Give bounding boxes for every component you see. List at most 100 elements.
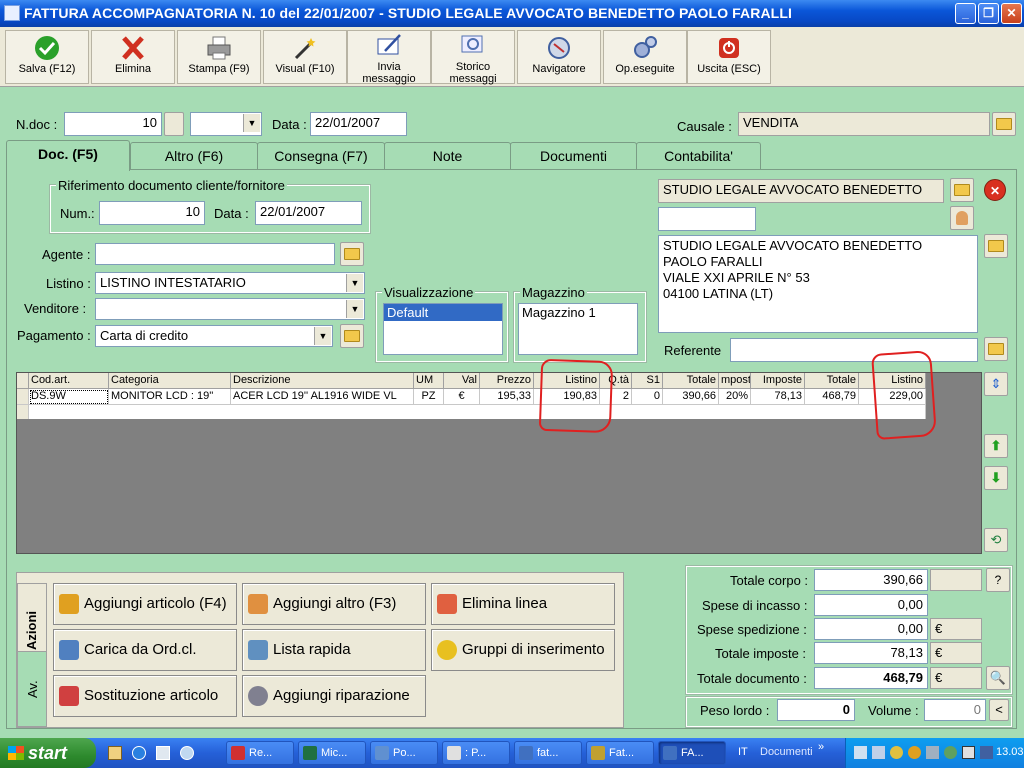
app-tray-icon[interactable] bbox=[944, 746, 957, 759]
table-cell[interactable]: ACER LCD 19'' AL1916 WIDE VL bbox=[231, 389, 414, 405]
table-cell[interactable]: 78,13 bbox=[751, 389, 805, 405]
causale-input[interactable]: VENDITA bbox=[738, 112, 990, 136]
table-cell[interactable]: 390,66 bbox=[663, 389, 719, 405]
update-icon[interactable] bbox=[908, 746, 921, 759]
peso-input[interactable]: 0 bbox=[777, 699, 855, 721]
referente-input[interactable] bbox=[730, 338, 978, 362]
add-other-button[interactable]: Aggiungi altro (F3) bbox=[242, 583, 426, 625]
tab-azioni[interactable]: Azioni bbox=[17, 583, 47, 659]
task-button[interactable]: Mic... bbox=[298, 741, 366, 765]
col-header[interactable]: UM bbox=[414, 373, 444, 389]
table-cell[interactable]: 0 bbox=[632, 389, 663, 405]
col-header[interactable]: Imposte bbox=[751, 373, 805, 389]
col-header[interactable]: Totale bbox=[663, 373, 719, 389]
quick-list-button[interactable]: Lista rapida bbox=[242, 629, 426, 671]
causale-browse-button[interactable] bbox=[992, 112, 1016, 136]
tab-doc[interactable]: Doc. (F5) bbox=[6, 140, 130, 171]
replace-article-button[interactable]: Sostituzione articolo bbox=[53, 675, 237, 717]
table-cell[interactable]: € bbox=[444, 389, 480, 405]
tab-consegna[interactable]: Consegna (F7) bbox=[257, 142, 385, 169]
table-cell[interactable]: DS.9W bbox=[29, 389, 109, 405]
referente-browse-button[interactable] bbox=[984, 337, 1008, 361]
tab-av[interactable]: Av. bbox=[17, 651, 47, 727]
restore-button[interactable]: ❐ bbox=[978, 3, 999, 24]
col-header[interactable]: mpost bbox=[719, 373, 751, 389]
quicklaunch-app-icon[interactable] bbox=[180, 746, 194, 760]
cliente-code-input[interactable] bbox=[658, 207, 756, 231]
insert-groups-button[interactable]: Gruppi di inserimento bbox=[431, 629, 615, 671]
cliente-name[interactable]: STUDIO LEGALE AVVOCATO BENEDETTO bbox=[658, 179, 944, 203]
listino-select[interactable]: LISTINO INTESTATARIO ▼ bbox=[95, 272, 365, 294]
spese-spedizione-input[interactable]: 0,00 bbox=[814, 618, 928, 640]
delete-button[interactable]: Elimina bbox=[91, 30, 175, 84]
col-header[interactable]: Descrizione bbox=[231, 373, 414, 389]
chevron-right-icon[interactable]: » bbox=[818, 741, 824, 753]
cliente-address[interactable]: STUDIO LEGALE AVVOCATO BENEDETTO PAOLO F… bbox=[658, 235, 978, 333]
load-order-button[interactable]: Carica da Ord.cl. bbox=[53, 629, 237, 671]
pagamento-select[interactable]: Carta di credito ▼ bbox=[95, 325, 333, 347]
help-button[interactable]: ? bbox=[986, 568, 1010, 592]
table-cell[interactable]: 20% bbox=[719, 389, 751, 405]
agente-input[interactable] bbox=[95, 243, 335, 265]
documenti-toolbar[interactable]: Documenti bbox=[760, 746, 813, 758]
network-icon[interactable] bbox=[872, 746, 885, 759]
move-up-button[interactable]: ⬆ bbox=[984, 434, 1008, 458]
empty-row[interactable] bbox=[29, 405, 926, 419]
ref-num-input[interactable]: 10 bbox=[99, 201, 205, 225]
row-selector[interactable] bbox=[17, 405, 29, 419]
tab-altro[interactable]: Altro (F6) bbox=[130, 142, 258, 169]
move-updown-button[interactable]: ⇕ bbox=[984, 372, 1008, 396]
task-button-active[interactable]: FA... bbox=[658, 741, 726, 765]
tab-contabilita[interactable]: Contabilita' bbox=[636, 142, 761, 169]
app-tray-icon[interactable] bbox=[926, 746, 939, 759]
move-down-button[interactable]: ⬇ bbox=[984, 466, 1008, 490]
tab-documenti[interactable]: Documenti bbox=[510, 142, 637, 169]
col-header[interactable]: Prezzo bbox=[480, 373, 534, 389]
task-button[interactable]: Po... bbox=[370, 741, 438, 765]
lines-grid[interactable]: Cod.art. Categoria Descrizione UM Val Pr… bbox=[16, 372, 982, 554]
exit-button[interactable]: Uscita (ESC) bbox=[687, 30, 771, 84]
ndoc-spin-button[interactable] bbox=[164, 112, 184, 136]
col-header[interactable]: S1 bbox=[632, 373, 663, 389]
send-message-button[interactable]: Invia messaggio bbox=[347, 30, 431, 85]
table-cell[interactable]: MONITOR LCD : 19'' bbox=[109, 389, 231, 405]
date-input[interactable]: 22/01/2007 bbox=[310, 112, 407, 136]
network-icon[interactable] bbox=[854, 746, 867, 759]
refresh-button[interactable]: ⟲ bbox=[984, 528, 1008, 552]
visualizzazione-item-default[interactable]: Default bbox=[384, 304, 502, 321]
language-indicator[interactable]: IT bbox=[738, 746, 748, 758]
volume-icon[interactable] bbox=[980, 746, 993, 759]
quicklaunch-desktop-icon[interactable] bbox=[108, 746, 122, 760]
table-cell[interactable]: PZ bbox=[414, 389, 444, 405]
pagamento-browse-button[interactable] bbox=[340, 324, 364, 348]
message-history-button[interactable]: Storico messaggi bbox=[431, 30, 515, 85]
minimize-button[interactable]: _ bbox=[955, 3, 976, 24]
tab-note[interactable]: Note bbox=[384, 142, 511, 169]
ref-date-input[interactable]: 22/01/2007 bbox=[255, 201, 362, 225]
add-article-button[interactable]: Aggiungi articolo (F4) bbox=[53, 583, 237, 625]
task-button[interactable]: fat... bbox=[514, 741, 582, 765]
collapse-button[interactable]: < bbox=[989, 699, 1009, 721]
venditore-select[interactable]: ▼ bbox=[95, 298, 365, 320]
quicklaunch-browser-icon[interactable] bbox=[132, 746, 146, 760]
print-button[interactable]: Stampa (F9) bbox=[177, 30, 261, 84]
col-header[interactable]: Cod.art. bbox=[29, 373, 109, 389]
operations-button[interactable]: Op.eseguite bbox=[603, 30, 687, 84]
series-select[interactable]: ▼ bbox=[190, 112, 262, 136]
table-cell[interactable]: 195,33 bbox=[480, 389, 534, 405]
spese-incasso-input[interactable]: 0,00 bbox=[814, 594, 928, 616]
clock[interactable]: 13.03 bbox=[996, 746, 1024, 758]
col-header[interactable]: Totale bbox=[805, 373, 859, 389]
agente-browse-button[interactable] bbox=[340, 242, 364, 266]
play-icon[interactable] bbox=[962, 746, 975, 759]
col-header[interactable]: Val bbox=[444, 373, 480, 389]
quicklaunch-media-icon[interactable] bbox=[156, 746, 170, 760]
navigator-button[interactable]: Navigatore bbox=[517, 30, 601, 84]
magazzino-item[interactable]: Magazzino 1 bbox=[519, 304, 637, 321]
cliente-clear-icon[interactable]: ✕ bbox=[984, 179, 1006, 201]
cliente-browse-button[interactable] bbox=[950, 178, 974, 202]
volume-input[interactable]: 0 bbox=[924, 699, 986, 721]
start-button[interactable]: start bbox=[0, 738, 96, 768]
task-button[interactable]: Fat... bbox=[586, 741, 654, 765]
cliente-person-button[interactable] bbox=[950, 206, 974, 230]
